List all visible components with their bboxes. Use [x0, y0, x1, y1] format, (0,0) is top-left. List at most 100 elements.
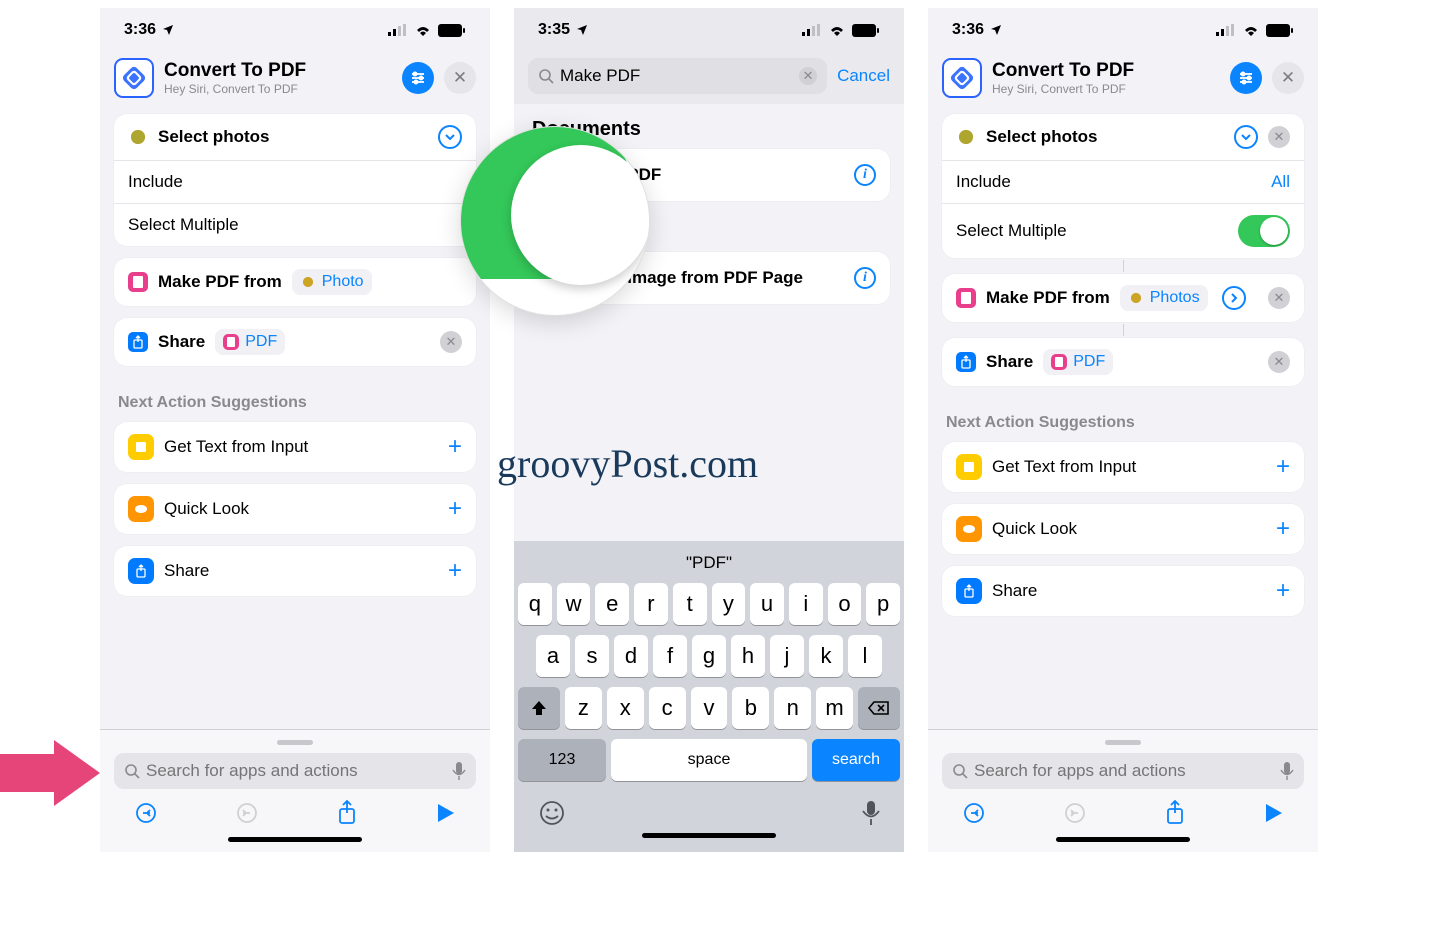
suggestion-share[interactable]: Share + [942, 566, 1304, 616]
chevron-down-icon[interactable] [1234, 125, 1258, 149]
key-p[interactable]: p [866, 583, 900, 625]
select-multiple-row[interactable]: Select Multiple [942, 203, 1304, 258]
key-q[interactable]: q [518, 583, 552, 625]
emoji-button[interactable] [538, 799, 566, 827]
search-key[interactable]: search [812, 739, 900, 781]
add-icon[interactable]: + [448, 495, 462, 523]
suggestion-share[interactable]: Share + [114, 546, 476, 596]
shortcut-app-icon[interactable] [942, 58, 982, 98]
home-indicator[interactable] [1056, 837, 1190, 842]
play-button[interactable] [436, 802, 456, 824]
add-icon[interactable]: + [1276, 577, 1290, 605]
include-row[interactable]: Include All [942, 160, 1304, 203]
eye-icon [128, 496, 154, 522]
make-pdf-param[interactable]: Photos [1120, 285, 1208, 311]
select-photos-header[interactable]: Select photos ✕ [942, 114, 1304, 160]
clear-search-button[interactable]: ✕ [799, 67, 817, 85]
home-indicator[interactable] [228, 837, 362, 842]
share-card[interactable]: Share PDF ✕ [942, 338, 1304, 386]
select-multiple-row[interactable]: Select Multiple [114, 203, 476, 246]
phone-screenshot-1: 3:36 Convert To PDF Hey Siri, Convert To… [100, 8, 490, 852]
search-input[interactable]: ✕ [528, 58, 827, 94]
close-button[interactable]: ✕ [1272, 62, 1304, 94]
shortcut-app-icon[interactable] [114, 58, 154, 98]
key-e[interactable]: e [595, 583, 629, 625]
key-b[interactable]: b [732, 687, 769, 729]
share-button[interactable] [335, 799, 359, 827]
key-s[interactable]: s [575, 635, 609, 677]
key-a[interactable]: a [536, 635, 570, 677]
chevron-down-icon[interactable] [438, 125, 462, 149]
key-x[interactable]: x [607, 687, 644, 729]
key-c[interactable]: c [649, 687, 686, 729]
numbers-key[interactable]: 123 [518, 739, 606, 781]
key-l[interactable]: l [848, 635, 882, 677]
key-f[interactable]: f [653, 635, 687, 677]
make-pdf-card[interactable]: Make PDF from Photo [114, 258, 476, 306]
key-r[interactable]: r [634, 583, 668, 625]
add-icon[interactable]: + [1276, 515, 1290, 543]
share-card[interactable]: Share PDF ✕ [114, 318, 476, 366]
key-g[interactable]: g [692, 635, 726, 677]
key-j[interactable]: j [770, 635, 804, 677]
include-row[interactable]: Include [114, 160, 476, 203]
shift-key[interactable] [518, 687, 560, 729]
add-icon[interactable]: + [448, 557, 462, 585]
suggestion-quick-look[interactable]: Quick Look + [942, 504, 1304, 554]
status-bar: 3:35 [514, 8, 904, 52]
suggestion-quick-look[interactable]: Quick Look + [114, 484, 476, 534]
close-button[interactable]: ✕ [444, 62, 476, 94]
keyboard-suggestion[interactable]: "PDF" [518, 547, 900, 583]
key-i[interactable]: i [789, 583, 823, 625]
dictation-button[interactable] [862, 800, 880, 826]
include-value[interactable]: All [1271, 172, 1290, 192]
search-header: ✕ Cancel [514, 52, 904, 104]
share-button[interactable] [1163, 799, 1187, 827]
remove-action-button[interactable]: ✕ [1268, 126, 1290, 148]
select-multiple-toggle[interactable] [1238, 215, 1290, 247]
make-pdf-param[interactable]: Photo [292, 269, 372, 295]
key-k[interactable]: k [809, 635, 843, 677]
grabber[interactable] [277, 740, 313, 745]
key-o[interactable]: o [828, 583, 862, 625]
settings-button[interactable] [402, 62, 434, 94]
info-button[interactable]: i [854, 267, 876, 289]
undo-button[interactable] [134, 801, 158, 825]
search-input[interactable] [942, 753, 1304, 789]
key-n[interactable]: n [774, 687, 811, 729]
key-v[interactable]: v [691, 687, 728, 729]
make-pdf-card[interactable]: Make PDF from Photos ✕ [942, 274, 1304, 322]
play-button[interactable] [1264, 802, 1284, 824]
suggestion-label: Get Text from Input [992, 457, 1136, 477]
key-t[interactable]: t [673, 583, 707, 625]
share-param[interactable]: PDF [1043, 349, 1113, 375]
remove-action-button[interactable]: ✕ [440, 331, 462, 353]
select-photos-header[interactable]: Select photos [114, 114, 476, 160]
backspace-key[interactable] [858, 687, 900, 729]
suggestion-get-text[interactable]: Get Text from Input + [942, 442, 1304, 492]
home-indicator[interactable] [642, 833, 776, 838]
suggestion-get-text[interactable]: Get Text from Input + [114, 422, 476, 472]
key-z[interactable]: z [565, 687, 602, 729]
cancel-button[interactable]: Cancel [837, 66, 890, 86]
key-h[interactable]: h [731, 635, 765, 677]
share-param[interactable]: PDF [215, 329, 285, 355]
add-icon[interactable]: + [448, 433, 462, 461]
remove-action-button[interactable]: ✕ [1268, 287, 1290, 309]
key-m[interactable]: m [816, 687, 853, 729]
settings-button[interactable] [1230, 62, 1262, 94]
mic-icon[interactable] [1280, 761, 1294, 781]
undo-button[interactable] [962, 801, 986, 825]
info-button[interactable]: i [854, 164, 876, 186]
key-w[interactable]: w [557, 583, 591, 625]
space-key[interactable]: space [611, 739, 807, 781]
grabber[interactable] [1105, 740, 1141, 745]
chevron-right-icon[interactable] [1222, 286, 1246, 310]
remove-action-button[interactable]: ✕ [1268, 351, 1290, 373]
mic-icon[interactable] [452, 761, 466, 781]
key-y[interactable]: y [712, 583, 746, 625]
key-u[interactable]: u [750, 583, 784, 625]
search-input[interactable] [114, 753, 476, 789]
add-icon[interactable]: + [1276, 453, 1290, 481]
key-d[interactable]: d [614, 635, 648, 677]
